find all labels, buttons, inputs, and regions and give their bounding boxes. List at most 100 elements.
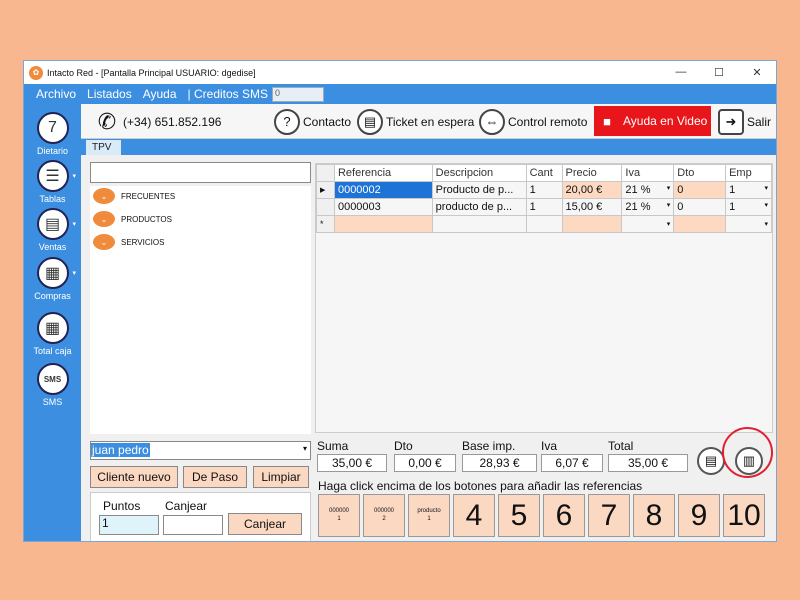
help-icon: ? <box>274 108 300 135</box>
title-bar: ✿ Intacto Red - [Pantalla Principal USUA… <box>24 61 776 84</box>
control-remoto-button[interactable]: ⇔ Control remoto <box>479 108 587 135</box>
column-header-descripcion[interactable]: Descripcion <box>431 164 527 182</box>
ref-tile-2[interactable]: 000000 2 <box>363 494 405 537</box>
nav-item-ventas[interactable]: ▤ ▾ Ventas <box>24 208 81 252</box>
iva-value: 21 % <box>625 201 651 213</box>
ref-tile-1[interactable]: 000000 1 <box>318 494 360 537</box>
cell-cant[interactable]: 1 <box>525 181 563 199</box>
tree-item-productos[interactable]: ⌄ PRODUCTOS <box>93 211 172 227</box>
video-label: Ayuda en Video <box>623 114 708 128</box>
menu-bar: Archivo Listados Ayuda | Creditos SMS 0 <box>24 84 776 104</box>
menu-creditos-sms[interactable]: | Creditos SMS <box>188 87 268 101</box>
nav-label: Compras <box>34 291 71 301</box>
cell-empty[interactable]: ▾ <box>725 215 772 233</box>
emp-value: 1 <box>729 201 736 213</box>
list-button[interactable]: ▤ <box>697 447 725 475</box>
products-grid: Referencia Descripcion Cant Precio Iva D… <box>315 163 773 433</box>
menu-listados[interactable]: Listados <box>87 87 132 101</box>
canjear-input[interactable] <box>163 515 223 535</box>
cell-empty[interactable] <box>561 215 623 233</box>
new-row[interactable]: * ▾ ▾ <box>316 215 772 233</box>
dropdown-arrow-icon: ▾ <box>764 185 768 192</box>
cell-descripcion[interactable]: producto de p... <box>431 198 527 216</box>
phone-button[interactable]: ✆ (+34) 651.852.196 <box>94 108 222 135</box>
tree-item-servicios[interactable]: ⌄ SERVICIOS <box>93 234 164 250</box>
menu-ayuda[interactable]: Ayuda <box>143 87 177 101</box>
label-dto: Dto <box>394 439 413 453</box>
tile-label: producto <box>417 508 441 514</box>
column-header-emp[interactable]: Emp <box>725 164 772 182</box>
ayuda-video-button[interactable]: ■ Ayuda en Video <box>594 106 712 136</box>
column-header-iva[interactable]: Iva <box>621 164 675 182</box>
nav-item-dietario[interactable]: 7 Dietario <box>24 112 81 156</box>
menu-archivo[interactable]: Archivo <box>36 87 76 101</box>
number-tile-4[interactable]: 4 <box>453 494 495 537</box>
salir-button[interactable]: ➜ Salir <box>718 108 771 135</box>
column-header-referencia[interactable]: Referencia <box>333 164 433 182</box>
tree-item-frecuentes[interactable]: ⌄ FRECUENTES <box>93 188 175 204</box>
cell-iva[interactable]: 21 % ▾ <box>621 181 675 199</box>
dropdown-arrow-icon: ▾ <box>666 185 671 192</box>
sms-credit-field: 0 <box>272 86 325 102</box>
chevron-down-icon: ⌄ <box>93 234 115 250</box>
nav-item-sms[interactable]: SMS SMS <box>24 363 81 407</box>
cell-iva[interactable]: 21 % ▾ <box>621 198 675 216</box>
nav-item-compras[interactable]: ▦ ▾ Compras <box>24 257 81 301</box>
tab-row: TPV <box>81 139 776 155</box>
close-icon[interactable]: ✕ <box>738 66 776 79</box>
client-select[interactable]: juan pedro ▾ <box>90 441 311 460</box>
tab-tpv[interactable]: TPV <box>86 140 121 155</box>
cell-referencia[interactable]: 0000002 <box>333 181 433 199</box>
app-logo-icon: ✿ <box>29 65 43 80</box>
number-tile-9[interactable]: 9 <box>678 494 720 537</box>
cell-emp[interactable]: 1 ▾ <box>725 198 772 216</box>
cell-cant[interactable]: 1 <box>525 198 563 216</box>
cell-empty[interactable] <box>431 215 527 233</box>
cell-referencia[interactable]: 0000003 <box>333 198 433 216</box>
minimize-icon[interactable]: — <box>662 66 700 79</box>
limpiar-button[interactable]: Limpiar <box>253 466 309 488</box>
column-header-cant[interactable]: Cant <box>525 164 563 182</box>
cell-dto[interactable]: 0 <box>673 181 727 199</box>
column-header-dto[interactable]: Dto <box>673 164 727 182</box>
puntos-input[interactable]: 1 <box>99 515 159 535</box>
contacto-button[interactable]: ? Contacto <box>274 108 351 135</box>
cell-empty[interactable]: ▾ <box>621 215 675 233</box>
search-input[interactable] <box>90 162 311 183</box>
number-tile-7[interactable]: 7 <box>588 494 630 537</box>
dropdown-arrow-icon: ▾ <box>764 202 768 209</box>
tile-label: 2 <box>382 516 386 522</box>
toolbar: ✆ (+34) 651.852.196 ? Contacto ▤ Ticket … <box>81 104 776 139</box>
number-tile-10[interactable]: 10 <box>723 494 765 537</box>
cell-precio[interactable]: 20,00 € <box>561 181 623 199</box>
cell-emp[interactable]: 1 ▾ <box>725 181 772 199</box>
cell-precio[interactable]: 15,00 € <box>561 198 623 216</box>
cell-descripcion[interactable]: Producto de p... <box>431 181 527 199</box>
left-sidebar: 7 Dietario ☰ ▾ Tablas ▤ ▾ Ventas ▦ ▾ Com… <box>24 104 81 541</box>
remote-icon: ⇔ <box>479 108 505 135</box>
canjear-button[interactable]: Canjear <box>228 513 302 535</box>
table-row[interactable]: ▶ 0000002 Producto de p... 1 20,00 € 21 … <box>316 181 772 199</box>
maximize-icon[interactable]: ☐ <box>700 66 738 79</box>
cell-dto[interactable]: 0 <box>673 198 727 216</box>
nav-item-total-caja[interactable]: ▦ Total caja <box>24 312 81 356</box>
cell-empty[interactable] <box>333 215 433 233</box>
number-tile-8[interactable]: 8 <box>633 494 675 537</box>
cliente-nuevo-button[interactable]: Cliente nuevo <box>90 466 178 488</box>
tile-label: 1 <box>427 516 431 522</box>
cell-empty[interactable] <box>525 215 563 233</box>
canjear-label: Canjear <box>165 499 208 513</box>
cell-empty[interactable] <box>673 215 727 233</box>
nav-item-tablas[interactable]: ☰ ▾ Tablas <box>24 160 81 204</box>
ticket-espera-button[interactable]: ▤ Ticket en espera <box>357 108 474 135</box>
value-iva: 6,07 € <box>541 454 603 472</box>
calendar-icon: 7 <box>36 112 69 144</box>
column-header-precio[interactable]: Precio <box>561 164 623 182</box>
de-paso-button[interactable]: De Paso <box>183 466 247 488</box>
ref-tile-3[interactable]: producto 1 <box>408 494 450 537</box>
sales-icon: ▤ <box>36 208 69 240</box>
value-dto: 0,00 € <box>394 454 456 472</box>
number-tile-6[interactable]: 6 <box>543 494 585 537</box>
table-row[interactable]: 0000003 producto de p... 1 15,00 € 21 % ▾… <box>316 198 772 216</box>
number-tile-5[interactable]: 5 <box>498 494 540 537</box>
